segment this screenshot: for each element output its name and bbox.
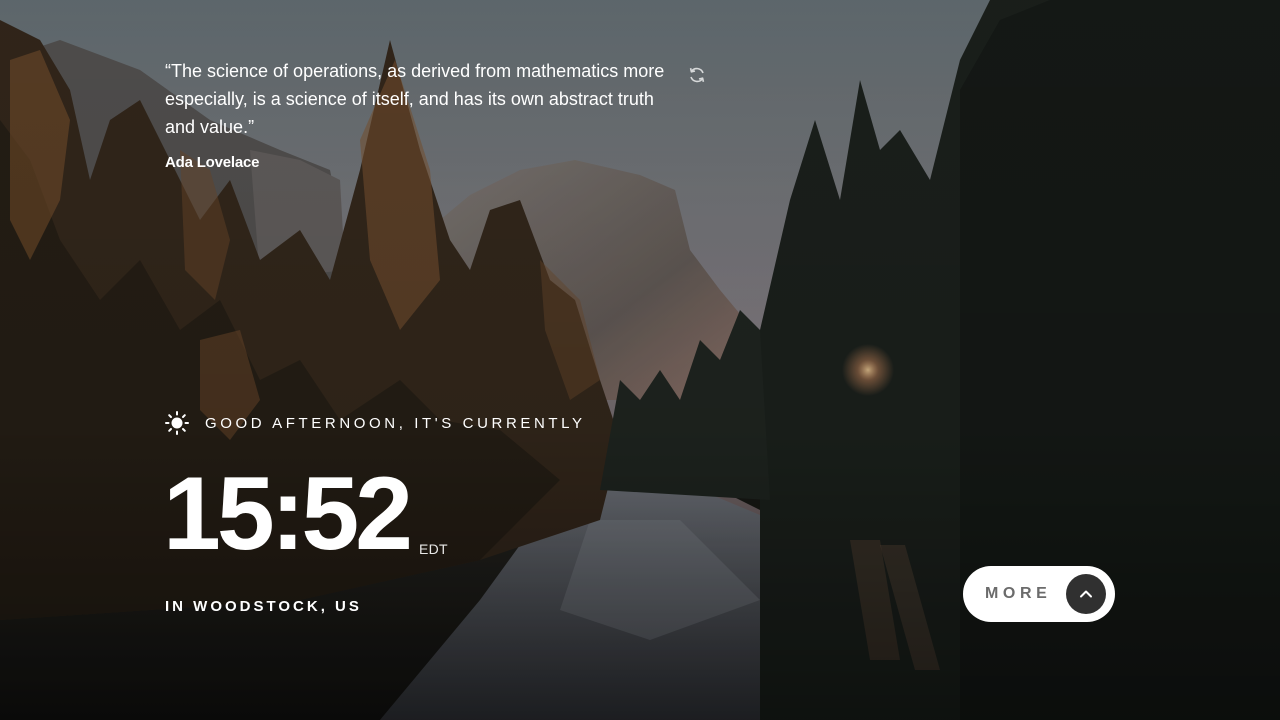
location-text: IN WOODSTOCK, US <box>165 598 362 615</box>
greeting-text: GOOD AFTERNOON, IT'S CURRENTLY <box>205 414 586 432</box>
app-root: “The science of operations, as derived f… <box>0 0 1280 720</box>
chevron-up-icon <box>1080 590 1092 598</box>
quote-text: “The science of operations, as derived f… <box>165 61 665 137</box>
sun-icon <box>165 411 189 435</box>
more-button-label: MORE <box>985 585 1052 602</box>
refresh-icon <box>689 67 705 83</box>
more-button-toggle[interactable] <box>1066 574 1106 614</box>
greeting-row: GOOD AFTERNOON, IT'S CURRENTLY <box>165 411 586 435</box>
more-button[interactable]: MORE <box>963 566 1115 622</box>
quote-block: “The science of operations, as derived f… <box>165 57 725 171</box>
clock-time: 15:52 <box>163 456 413 572</box>
refresh-quote-button[interactable] <box>687 65 707 85</box>
clock-row: 15:52 EDT <box>163 462 448 566</box>
quote-author: Ada Lovelace <box>165 154 260 171</box>
clock-timezone: EDT <box>419 541 448 557</box>
